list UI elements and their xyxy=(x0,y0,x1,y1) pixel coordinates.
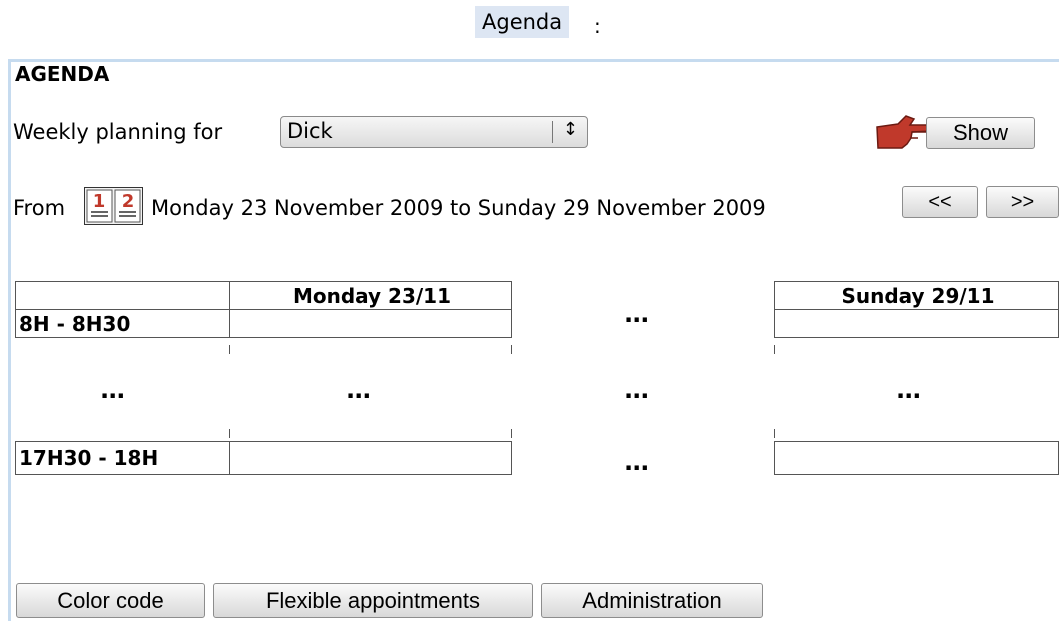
ellipsis-slot-label: ... xyxy=(100,376,125,404)
cut-line xyxy=(774,429,775,438)
next-week-button[interactable]: >> xyxy=(986,186,1059,218)
title-colon: : xyxy=(594,14,601,38)
select-separator xyxy=(552,121,553,143)
schedule-table-top-left: Monday 23/11 8H - 8H30 xyxy=(15,281,512,338)
ellipsis-middle: ... xyxy=(624,376,649,404)
agenda-heading: AGENDA xyxy=(15,62,110,86)
cut-line xyxy=(511,345,512,354)
slot-cell-monday-last[interactable] xyxy=(229,441,512,475)
cut-line xyxy=(511,429,512,438)
page-title: Agenda xyxy=(475,6,570,38)
cut-line xyxy=(229,429,230,438)
color-code-button[interactable]: Color code xyxy=(16,583,205,618)
ellipsis-days-top: ... xyxy=(624,300,649,328)
show-button[interactable]: Show xyxy=(926,117,1035,149)
from-label: From xyxy=(13,196,66,220)
ellipsis-monday: ... xyxy=(346,376,371,404)
updown-arrows-icon: ↕ xyxy=(562,119,578,140)
ellipsis-sunday: ... xyxy=(896,376,921,404)
schedule-table-top-right: Sunday 29/11 xyxy=(774,281,1059,338)
slot-label-first: 8H - 8H30 xyxy=(15,309,230,338)
previous-week-button[interactable]: << xyxy=(902,186,978,218)
day-header-monday: Monday 23/11 xyxy=(229,281,512,310)
slot-cell-monday-first[interactable] xyxy=(229,309,512,338)
ellipsis-days-bottom: ... xyxy=(624,448,649,476)
slot-cell-sunday-first[interactable] xyxy=(774,309,1059,338)
calendar-icon[interactable]: 1 2 xyxy=(84,187,143,225)
slot-cell-sunday-last[interactable] xyxy=(774,441,1059,475)
schedule-table-bottom-right xyxy=(774,441,1059,475)
day-header-sunday: Sunday 29/11 xyxy=(774,281,1059,310)
calendar-digit-2: 2 xyxy=(122,191,135,212)
date-range-text: Monday 23 November 2009 to Sunday 29 Nov… xyxy=(151,196,766,220)
corner-cell xyxy=(15,281,230,310)
slot-label-last: 17H30 - 18H xyxy=(15,441,230,475)
flexible-appointments-button[interactable]: Flexible appointments xyxy=(213,583,533,618)
administration-button[interactable]: Administration xyxy=(541,583,763,618)
calendar-digit-1: 1 xyxy=(93,191,106,212)
pointing-hand-icon xyxy=(876,115,933,149)
cut-line xyxy=(229,345,230,354)
cut-line xyxy=(774,345,775,354)
person-select[interactable]: Dick ↕ xyxy=(280,116,588,148)
selected-person: Dick xyxy=(287,119,333,143)
schedule-table-bottom-left: 17H30 - 18H xyxy=(15,441,512,475)
weekly-planning-label: Weekly planning for xyxy=(13,120,223,144)
